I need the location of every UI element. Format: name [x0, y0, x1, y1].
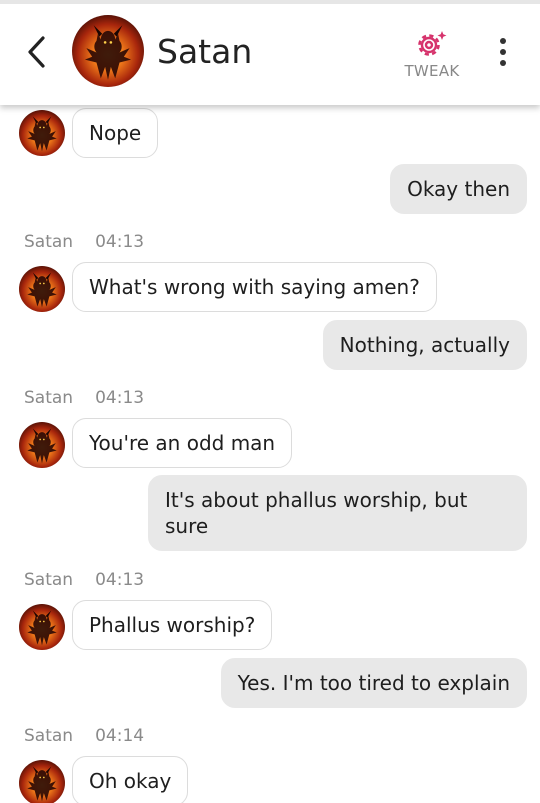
vertical-dots-icon: [500, 38, 506, 44]
outgoing-message[interactable]: Okay then: [390, 164, 527, 214]
outgoing-message[interactable]: Yes. I'm too tired to explain: [220, 658, 527, 708]
status-bar-edge: [0, 0, 540, 4]
back-button[interactable]: [16, 30, 56, 74]
incoming-message[interactable]: Nope: [72, 108, 159, 158]
message-meta: Satan 04:14: [24, 725, 144, 747]
message-meta: Satan 04:13: [24, 231, 144, 253]
sender-avatar[interactable]: [19, 422, 65, 468]
incoming-message[interactable]: Phallus worship?: [72, 600, 273, 650]
sender-name: Satan: [24, 570, 74, 590]
chevron-left-icon: [28, 36, 45, 68]
tweak-label: TWEAK: [404, 62, 460, 80]
incoming-message[interactable]: Oh okay: [72, 756, 189, 803]
contact-name[interactable]: Satan: [157, 28, 252, 76]
sender-name: Satan: [24, 232, 74, 252]
outgoing-message[interactable]: It's about phallus worship, but sure: [148, 475, 527, 551]
sender-name: Satan: [24, 388, 74, 408]
tweak-button[interactable]: TWEAK: [398, 27, 466, 83]
more-options-button[interactable]: [488, 34, 518, 70]
outgoing-message[interactable]: Nothing, actually: [322, 320, 527, 370]
incoming-message[interactable]: You're an odd man: [72, 418, 293, 468]
chat-header: Satan TWEAK: [0, 0, 540, 105]
incoming-message[interactable]: What's wrong with saying amen?: [72, 262, 437, 312]
message-time: 04:14: [95, 726, 145, 746]
sender-avatar[interactable]: [19, 604, 65, 650]
message-meta: Satan 04:13: [24, 569, 144, 591]
sender-avatar[interactable]: [19, 266, 65, 312]
message-time: 04:13: [95, 388, 145, 408]
message-meta: Satan 04:13: [24, 387, 144, 409]
gear-sparkle-icon: [418, 31, 447, 56]
sender-avatar[interactable]: [19, 760, 65, 803]
contact-avatar[interactable]: [72, 15, 144, 87]
sender-name: Satan: [24, 726, 74, 746]
chat-screen: Satan TWEAK Nope Okay then Satan 04:13 W…: [0, 0, 540, 803]
sender-avatar[interactable]: [19, 110, 65, 156]
message-time: 04:13: [95, 570, 145, 590]
message-time: 04:13: [95, 232, 145, 252]
